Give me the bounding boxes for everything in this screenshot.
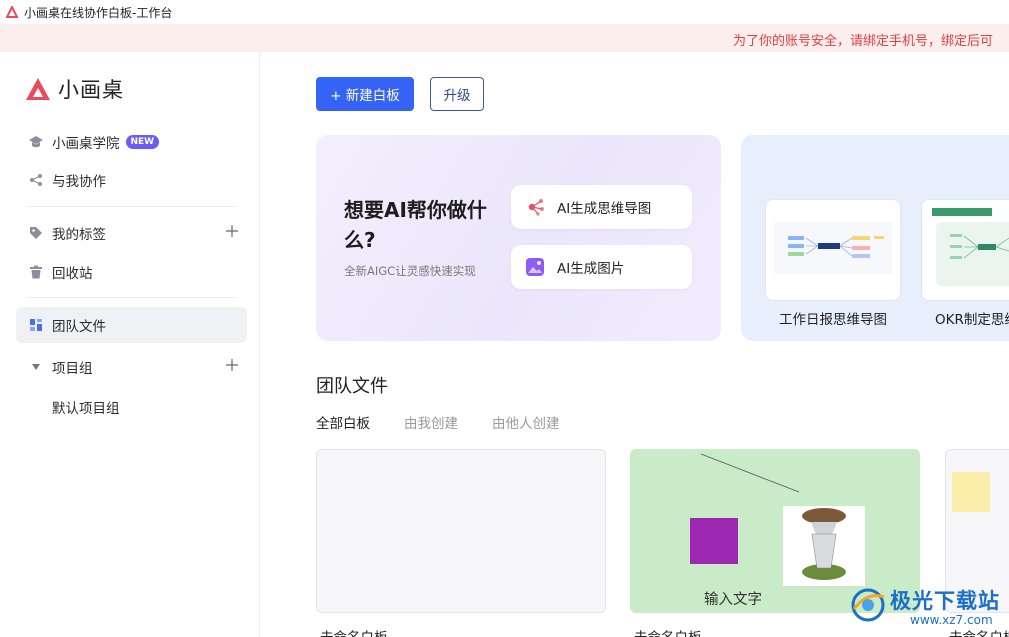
sidebar-item-project-group[interactable]: 项目组 (16, 349, 247, 385)
sidebar-item-tags[interactable]: 我的标签 (16, 215, 247, 251)
notice-text: 为了你的账号安全，请绑定手机号，绑定后可 (733, 34, 994, 49)
board-name: 未命名白板 (320, 626, 388, 637)
site-watermark: 极光下载站 www.xz7.com (848, 583, 1008, 631)
ai-promo-card: 想要AI帮你做什么? 全新AIGC让灵感快速实现 AI生成思维导图 AI生成图片 (316, 135, 721, 341)
sidebar-item-team-files[interactable]: 团队文件 (16, 307, 247, 343)
caret-down-icon[interactable] (28, 359, 44, 375)
bind-phone-notice[interactable]: 为了你的账号安全，请绑定手机号，绑定后可 (0, 24, 1009, 52)
board-text-element: 输入文字 (704, 592, 762, 608)
watermark-text: 极光下载站 (890, 589, 1000, 613)
template-label: 工作日报思维导图 (779, 312, 887, 328)
template-thumbnail[interactable] (921, 199, 1009, 301)
sidebar-item-label: 回收站 (52, 266, 93, 282)
tab-created-by-me[interactable]: 由我创建 (404, 412, 458, 432)
ai-mindmap-button[interactable]: AI生成思维导图 (511, 185, 692, 229)
ai-image-label: AI生成图片 (557, 261, 625, 277)
ai-promo-title: 想要AI帮你做什么? (344, 198, 487, 252)
sidebar-item-shared[interactable]: 与我协作 (16, 162, 247, 198)
trash-icon (28, 264, 44, 280)
window-titlebar: 小画桌在线协作白板-工作台 (0, 0, 1009, 24)
ai-mindmap-label: AI生成思维导图 (557, 201, 652, 217)
main-content: + 新建白板 升级 想要AI帮你做什么? 全新AIGC让灵感快速实现 AI生成思… (261, 52, 1009, 637)
template-label: OKR制定思维 (935, 312, 1009, 328)
tab-all-boards[interactable]: 全部白板 (316, 412, 370, 432)
okr-preview (932, 208, 1009, 286)
new-board-button[interactable]: + 新建白板 (316, 77, 414, 111)
sidebar-item-label: 小画桌学院 (52, 136, 120, 152)
template-thumbnail[interactable] (765, 199, 901, 301)
tag-icon (28, 225, 44, 241)
new-badge: NEW (125, 135, 160, 149)
section-title: 团队文件 (316, 376, 388, 397)
graduation-cap-icon (28, 134, 44, 150)
grid-icon (28, 317, 44, 333)
board-card[interactable] (316, 449, 606, 613)
mindmap-preview (774, 222, 892, 274)
sidebar-item-academy[interactable]: 小画桌学院 NEW (16, 124, 247, 160)
sidebar-item-label: 团队文件 (52, 319, 106, 335)
watermark-url: www.xz7.com (910, 613, 993, 627)
sidebar: 小画桌 小画桌学院 NEW 与我协作 我的标签 回收站 团队文件 项目组 默认项… (0, 52, 260, 637)
image-icon (526, 258, 544, 276)
sidebar-item-label: 我的标签 (52, 227, 106, 243)
sidebar-item-trash[interactable]: 回收站 (16, 254, 247, 290)
tab-created-by-others[interactable]: 由他人创建 (492, 412, 560, 432)
ai-promo-subtitle: 全新AIGC让灵感快速实现 (344, 264, 476, 278)
sidebar-divider (28, 297, 235, 298)
ai-image-button[interactable]: AI生成图片 (511, 245, 692, 289)
sidebar-item-label: 与我协作 (52, 174, 106, 190)
window-title: 小画桌在线协作白板-工作台 (24, 5, 173, 20)
upgrade-button[interactable]: 升级 (430, 77, 484, 111)
sidebar-divider (28, 206, 235, 207)
sidebar-item-label: 项目组 (52, 361, 93, 377)
board-name: 未命名白板 (634, 626, 702, 637)
mindmap-icon (528, 199, 544, 216)
watermark-logo-icon (851, 588, 885, 622)
add-tag-icon[interactable] (225, 224, 239, 238)
sticky-note (952, 472, 990, 512)
brand-logo-icon (26, 78, 50, 100)
brand-logo-text: 小画桌 (58, 78, 124, 102)
brand-logo[interactable]: 小画桌 (24, 74, 124, 104)
sidebar-item-default-group[interactable]: 默认项目组 (52, 397, 120, 417)
templates-card: 工作日报思维导图 OKR制定思维 (741, 135, 1009, 341)
share-icon (28, 172, 44, 188)
app-logo-icon (6, 6, 18, 18)
add-project-icon[interactable] (225, 358, 239, 372)
